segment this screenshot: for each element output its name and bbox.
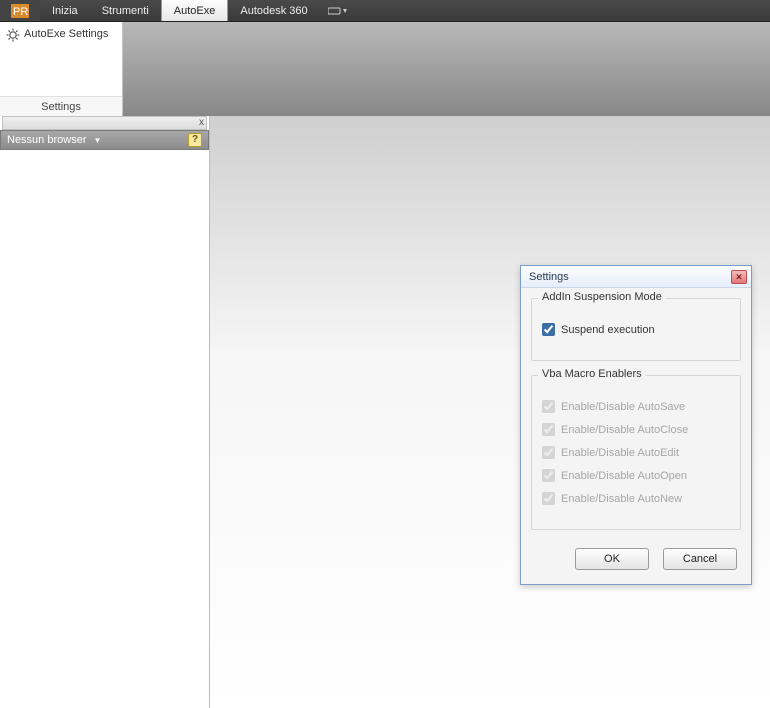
- suspend-execution-label: Suspend execution: [561, 324, 655, 336]
- menu-item-inizia[interactable]: Inizia: [40, 0, 90, 21]
- browser-title: Nessun browser: [7, 134, 86, 146]
- cancel-button[interactable]: Cancel: [663, 548, 737, 570]
- ribbon-panel-title: Settings: [0, 96, 122, 116]
- group-legend-vba: Vba Macro Enablers: [538, 368, 646, 380]
- menu-item-autodesk360[interactable]: Autodesk 360: [228, 0, 319, 21]
- vba-checkbox-1: Enable/Disable AutoClose: [542, 423, 730, 436]
- menubar: PRO Inizia Strumenti AutoExe Autodesk 36…: [0, 0, 770, 22]
- dialog-titlebar[interactable]: Settings ✕: [521, 266, 751, 288]
- left-sidebar: x Nessun browser ▼ ?: [0, 116, 210, 708]
- browser-header[interactable]: Nessun browser ▼ ?: [0, 130, 209, 150]
- svg-text:PRO: PRO: [13, 6, 29, 18]
- help-icon[interactable]: ?: [188, 133, 202, 147]
- close-icon[interactable]: x: [199, 117, 204, 128]
- group-legend-suspension: AddIn Suspension Mode: [538, 291, 666, 303]
- ok-button[interactable]: OK: [575, 548, 649, 570]
- menu-overflow-icon[interactable]: [320, 0, 356, 21]
- ribbon-panel-settings: AutoExe Settings Settings: [0, 22, 123, 116]
- menu-item-autoexe[interactable]: AutoExe: [161, 0, 229, 21]
- vba-checkbox-label-0: Enable/Disable AutoSave: [561, 401, 685, 413]
- suspend-execution-checkbox[interactable]: Suspend execution: [542, 323, 730, 336]
- app-icon[interactable]: PRO: [0, 0, 40, 21]
- settings-dialog: Settings ✕ AddIn Suspension Mode Suspend…: [520, 265, 752, 585]
- vba-checkbox-input-3: [542, 469, 555, 482]
- vba-checkbox-input-1: [542, 423, 555, 436]
- vba-checkbox-input-4: [542, 492, 555, 505]
- group-addin-suspension: AddIn Suspension Mode Suspend execution: [531, 298, 741, 361]
- vba-checkbox-4: Enable/Disable AutoNew: [542, 492, 730, 505]
- sidebar-toolbar: x: [2, 116, 207, 130]
- gear-icon: [6, 28, 20, 42]
- dialog-close-icon[interactable]: ✕: [731, 270, 747, 284]
- vba-checkbox-label-4: Enable/Disable AutoNew: [561, 493, 682, 505]
- vba-checkbox-label-2: Enable/Disable AutoEdit: [561, 447, 679, 459]
- suspend-execution-input[interactable]: [542, 323, 555, 336]
- vba-checkbox-label-3: Enable/Disable AutoOpen: [561, 470, 687, 482]
- vba-checkbox-2: Enable/Disable AutoEdit: [542, 446, 730, 459]
- autoexe-settings-button[interactable]: AutoExe Settings: [0, 22, 122, 96]
- vba-checkbox-3: Enable/Disable AutoOpen: [542, 469, 730, 482]
- menu-item-strumenti[interactable]: Strumenti: [90, 0, 161, 21]
- vba-checkbox-input-0: [542, 400, 555, 413]
- vba-checkbox-input-2: [542, 446, 555, 459]
- vba-checkbox-0: Enable/Disable AutoSave: [542, 400, 730, 413]
- group-vba-macro-enablers: Vba Macro Enablers Enable/Disable AutoSa…: [531, 375, 741, 530]
- dialog-title: Settings: [529, 271, 569, 283]
- ribbon: AutoExe Settings Settings: [0, 22, 770, 116]
- chevron-down-icon: ▼: [93, 136, 101, 145]
- vba-checkbox-label-1: Enable/Disable AutoClose: [561, 424, 688, 436]
- autoexe-settings-label: AutoExe Settings: [24, 28, 108, 40]
